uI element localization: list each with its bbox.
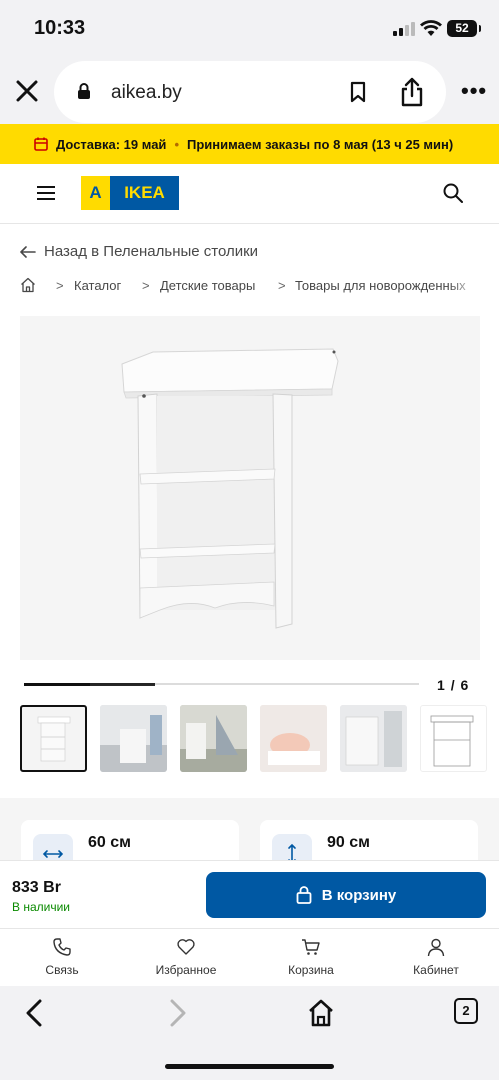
browser-toolbar: 2 bbox=[0, 986, 499, 1080]
logo-a: A bbox=[81, 176, 110, 210]
status-time: 10:33 bbox=[34, 17, 86, 39]
arrow-left-icon bbox=[20, 245, 36, 258]
delivery-banner[interactable]: Доставка: 19 май • Принимаем заказы по 8… bbox=[0, 124, 499, 164]
changing-table-illustration bbox=[121, 348, 339, 629]
height-value: 90 см bbox=[327, 834, 370, 851]
browser-address-bar: aikea.by ••• bbox=[0, 58, 499, 124]
purchase-bar: 833 Br В наличии В корзину bbox=[0, 860, 499, 928]
browser-tabs-button[interactable]: 2 bbox=[454, 998, 478, 1024]
breadcrumb-item-newborn[interactable]: Товары для новорожденных bbox=[295, 278, 466, 293]
add-to-cart-button[interactable]: В корзину bbox=[206, 872, 486, 918]
stock-status: В наличии bbox=[12, 900, 71, 914]
battery-indicator: 52 bbox=[447, 20, 481, 37]
breadcrumb-fade bbox=[449, 276, 479, 296]
back-to-category-link[interactable]: Назад в Пеленальные столики bbox=[20, 243, 258, 260]
nav-contact-label: Связь bbox=[45, 963, 79, 977]
breadcrumb-item-catalog[interactable]: Каталог bbox=[74, 278, 121, 293]
close-icon[interactable] bbox=[14, 78, 40, 104]
delivery-date: Доставка: 19 май bbox=[56, 136, 167, 152]
home-indicator bbox=[165, 1064, 334, 1069]
product-price: 833 Br bbox=[12, 879, 61, 896]
gallery-pager: 1 / 6 bbox=[437, 677, 469, 693]
browser-back-icon[interactable] bbox=[24, 998, 44, 1028]
add-to-cart-label: В корзину bbox=[321, 886, 397, 904]
search-icon[interactable] bbox=[443, 183, 463, 203]
site-header: A IKEA bbox=[0, 164, 499, 224]
breadcrumb-separator: > bbox=[142, 278, 150, 293]
ikea-logo[interactable]: A IKEA bbox=[81, 176, 179, 210]
heart-icon bbox=[177, 939, 195, 955]
bookmark-icon[interactable] bbox=[349, 81, 367, 103]
pager-current: 1 bbox=[437, 677, 446, 693]
phone-icon bbox=[53, 938, 71, 956]
hamburger-menu-icon[interactable] bbox=[37, 186, 55, 200]
nav-cart[interactable]: Корзина bbox=[266, 937, 356, 977]
home-icon[interactable] bbox=[20, 277, 36, 293]
nav-favorites[interactable]: Избранное bbox=[141, 937, 231, 977]
product-image[interactable] bbox=[20, 316, 480, 660]
bottom-navigation: Связь Избранное Корзина Кабинет bbox=[0, 928, 499, 986]
nav-account[interactable]: Кабинет bbox=[391, 937, 481, 977]
back-link-label: Назад в Пеленальные столики bbox=[44, 243, 259, 260]
dimensions-section: 60 см 90 см bbox=[0, 798, 499, 874]
more-options-icon[interactable]: ••• bbox=[461, 80, 487, 102]
breadcrumb-item-kids[interactable]: Детские товары bbox=[160, 278, 255, 293]
cart-icon bbox=[302, 939, 320, 955]
breadcrumb: > Каталог > Детские товары > Товары для … bbox=[20, 276, 479, 296]
calendar-icon bbox=[34, 137, 48, 151]
breadcrumb-separator: > bbox=[278, 278, 286, 293]
orders-deadline: Принимаем заказы по 8 мая (13 ч 25 мин) bbox=[187, 136, 454, 152]
banner-separator: • bbox=[174, 136, 179, 152]
gallery-scroll-indicator[interactable] bbox=[24, 683, 155, 686]
thumbnail-2[interactable] bbox=[100, 705, 167, 772]
user-icon bbox=[427, 938, 445, 957]
nav-contact[interactable]: Связь bbox=[17, 937, 107, 977]
nav-cart-label: Корзина bbox=[288, 963, 334, 977]
thumbnail-3[interactable] bbox=[180, 705, 247, 772]
nav-favorites-label: Избранное bbox=[155, 963, 217, 977]
thumbnail-4[interactable] bbox=[260, 705, 327, 772]
pager-separator: / bbox=[450, 677, 456, 693]
breadcrumb-separator: > bbox=[56, 278, 64, 293]
thumbnail-strip bbox=[20, 705, 499, 775]
thumbnail-5[interactable] bbox=[340, 705, 407, 772]
wifi-icon bbox=[420, 20, 442, 36]
thumbnail-6[interactable] bbox=[420, 705, 487, 772]
cellular-signal-icon bbox=[393, 22, 415, 36]
browser-forward-icon[interactable] bbox=[168, 998, 188, 1028]
nav-account-label: Кабинет bbox=[413, 963, 459, 977]
url-field[interactable]: aikea.by bbox=[54, 61, 446, 123]
pager-total: 6 bbox=[460, 677, 470, 693]
share-icon[interactable] bbox=[399, 77, 425, 107]
shopping-bag-icon bbox=[296, 886, 312, 904]
status-bar: 10:33 52 bbox=[0, 0, 499, 58]
logo-text: IKEA bbox=[124, 183, 165, 202]
thumbnail-1[interactable] bbox=[20, 705, 87, 772]
width-value: 60 см bbox=[88, 834, 131, 851]
browser-home-icon[interactable] bbox=[307, 998, 335, 1028]
url-text: aikea.by bbox=[111, 82, 182, 103]
lock-icon bbox=[78, 83, 90, 99]
